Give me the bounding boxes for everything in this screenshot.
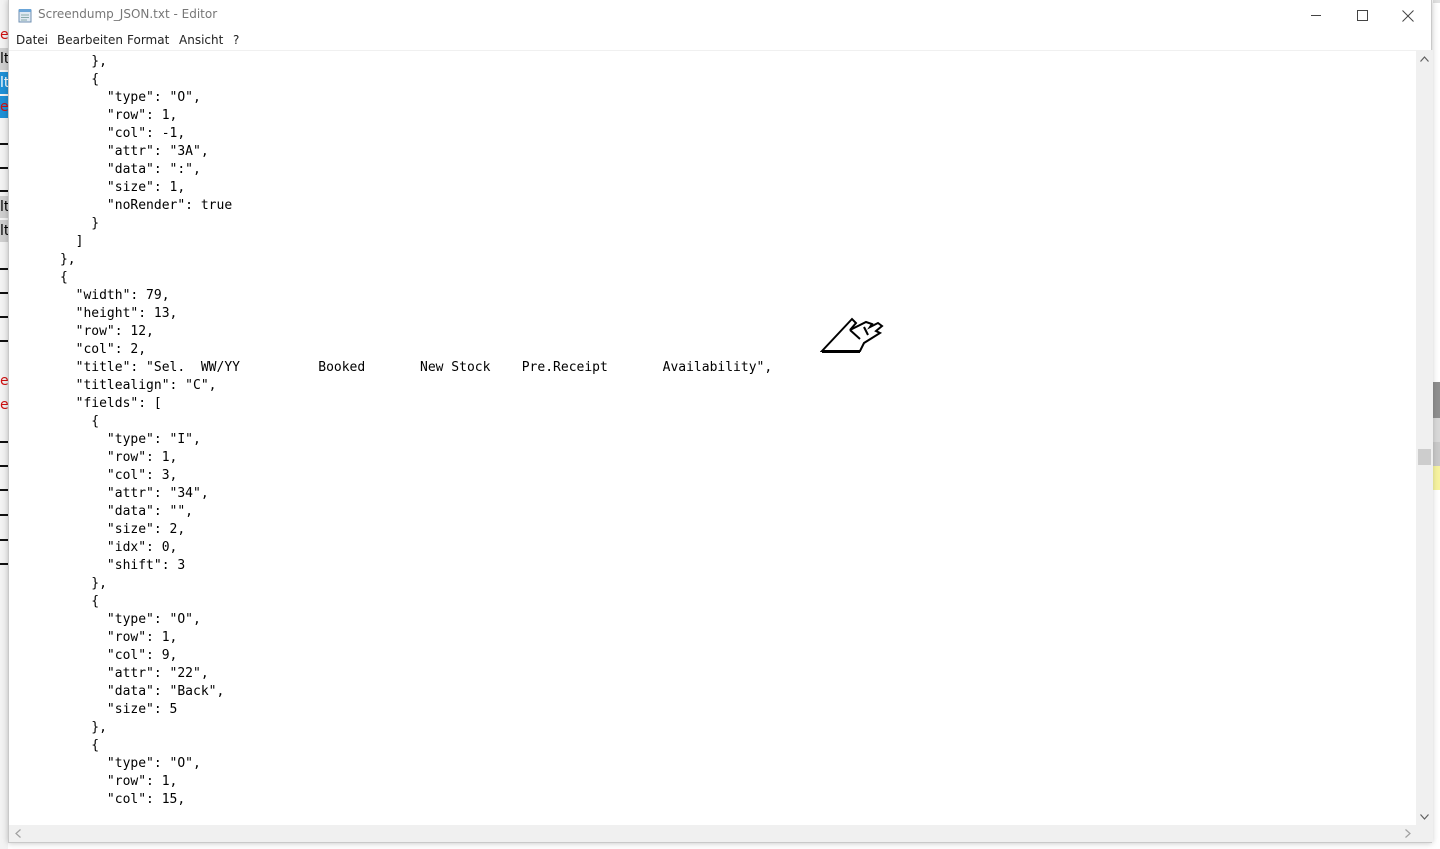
- background-window-right-edge: [1433, 0, 1440, 849]
- bg-glyph: e: [0, 27, 8, 43]
- bg-line: [0, 514, 8, 516]
- bg-glyph: lt: [0, 196, 8, 218]
- text-editor-area[interactable]: }, { "type": "O", "row": 1, "col": -1, "…: [9, 50, 1416, 826]
- title-bar[interactable]: Screendump_JSON.txt - Editor: [9, 0, 1431, 31]
- minimize-icon: [1310, 15, 1321, 16]
- scroll-up-button[interactable]: [1416, 50, 1433, 67]
- bg-line: [0, 143, 8, 145]
- menu-datei[interactable]: Datei: [16, 33, 48, 47]
- horizontal-scrollbar[interactable]: [9, 825, 1416, 842]
- bg-glyph: e: [0, 373, 8, 389]
- notepad-icon: [18, 8, 32, 23]
- scroll-right-button[interactable]: [1399, 825, 1416, 842]
- bg-glyph: lt: [0, 48, 8, 70]
- bg-line: [0, 539, 8, 541]
- bg-line: [0, 441, 8, 443]
- bg-line: [0, 563, 8, 565]
- menu-format[interactable]: Format: [127, 33, 169, 47]
- bg-line: [0, 268, 8, 270]
- menu-ansicht[interactable]: Ansicht: [179, 33, 223, 47]
- vertical-scrollbar[interactable]: [1416, 50, 1433, 825]
- bg-glyph: lt: [0, 220, 8, 242]
- bg-strip-block: [1433, 466, 1440, 490]
- scroll-down-button[interactable]: [1416, 808, 1433, 825]
- bg-line: [0, 292, 8, 294]
- window-title: Screendump_JSON.txt - Editor: [38, 7, 218, 21]
- bg-line: [0, 167, 8, 169]
- bg-strip-block: [1433, 0, 1440, 3]
- background-window-edge: e lt lt e lt lt e e: [0, 0, 8, 849]
- chevron-left-icon: [14, 829, 21, 838]
- bg-glyph: e: [0, 96, 8, 118]
- chevron-up-icon: [1420, 55, 1429, 62]
- bg-line: [0, 190, 8, 192]
- menu-help[interactable]: ?: [233, 33, 239, 47]
- bg-glyph: e: [0, 397, 8, 413]
- bg-glyph: lt: [0, 72, 8, 94]
- maximize-icon: [1356, 10, 1368, 21]
- bg-strip-block: [1433, 418, 1440, 442]
- scrollbar-corner: [1416, 825, 1433, 842]
- bg-strip-block: [1433, 382, 1440, 418]
- chevron-right-icon: [1404, 829, 1411, 838]
- bg-line: [0, 340, 8, 342]
- bg-strip-block: [1433, 442, 1440, 466]
- bg-line: [0, 465, 8, 467]
- maximize-button[interactable]: [1339, 0, 1385, 31]
- minimize-button[interactable]: [1293, 0, 1339, 31]
- chevron-down-icon: [1420, 813, 1429, 820]
- notepad-window: Screendump_JSON.txt - Editor Datei Bearb…: [8, 0, 1433, 843]
- bg-line: [0, 489, 8, 491]
- close-button[interactable]: [1385, 0, 1431, 31]
- hand-pointer-cursor-icon: [820, 317, 884, 353]
- vertical-scroll-thumb[interactable]: [1418, 449, 1431, 465]
- menu-bar: Datei Bearbeiten Format Ansicht ?: [9, 31, 1431, 50]
- editor-text[interactable]: }, { "type": "O", "row": 1, "col": -1, "…: [13, 53, 772, 809]
- bg-line: [0, 316, 8, 318]
- menu-bearbeiten[interactable]: Bearbeiten: [57, 33, 123, 47]
- close-icon: [1402, 9, 1414, 22]
- scroll-left-button[interactable]: [9, 825, 26, 842]
